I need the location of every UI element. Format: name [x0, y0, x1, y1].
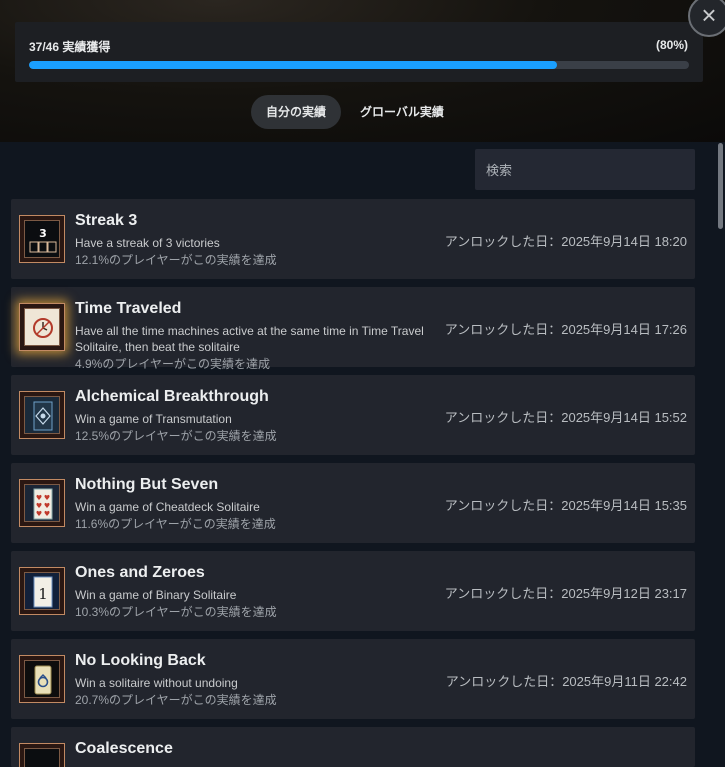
achievement-description: Have all the time machines active at the… [75, 324, 424, 354]
achievement-description: Win a game of Transmutation [75, 412, 232, 426]
achievement-unlock-date: アンロックした日：2025年9月12日 23:17 [444, 586, 687, 601]
achievement-title: Ones and Zeroes [75, 564, 205, 581]
search-input[interactable]: 検索 [475, 149, 695, 190]
achievement-global-percent: 20.7%のプレイヤーがこの実績を達成 [75, 693, 277, 707]
tab-global-achievements[interactable]: グローバル実績 [345, 95, 459, 129]
alchemy-card-icon [19, 391, 65, 439]
achievement-title: Alchemical Breakthrough [75, 388, 269, 405]
progress-count: 37/46 実績獲得 [29, 40, 111, 54]
svg-text:♥: ♥ [44, 510, 50, 518]
clock-card-icon [19, 303, 65, 351]
achievement-global-percent: 11.6%のプレイヤーがこの実績を達成 [75, 517, 276, 531]
achievement-global-percent: 10.3%のプレイヤーがこの実績を達成 [75, 605, 277, 619]
achievement-unlock-date: アンロックした日：2025年9月14日 15:35 [444, 498, 687, 513]
progress-panel: 37/46 実績獲得 (80%) [15, 22, 703, 82]
progress-bar [29, 61, 689, 69]
svg-text:♥: ♥ [36, 494, 42, 502]
achievement-global-percent: 12.5%のプレイヤーがこの実績を達成 [75, 429, 277, 443]
svg-text:♥: ♥ [44, 502, 50, 510]
achievement-title: Coalescence [75, 740, 173, 757]
binary-card-icon: 1 [19, 567, 65, 615]
achievement-title: Streak 3 [75, 212, 138, 229]
tab-bar: 自分の実績 グローバル実績 [251, 95, 459, 129]
scrollbar-thumb[interactable] [718, 143, 723, 229]
streak-icon: 3 [19, 215, 65, 263]
achievement-row[interactable]: Time Traveled Have all the time machines… [11, 287, 695, 371]
svg-text:1: 1 [38, 585, 48, 603]
progress-percent: (80%) [655, 38, 688, 52]
svg-text:♥: ♥ [36, 510, 42, 518]
tab-my-achievements[interactable]: 自分の実績 [251, 95, 342, 129]
progress-bar-fill [29, 61, 557, 69]
achievement-description: Have a streak of 3 victories [75, 236, 220, 250]
svg-text:♥: ♥ [36, 502, 42, 510]
svg-text:3: 3 [39, 227, 47, 240]
scrollbar-track[interactable] [716, 143, 723, 749]
achievement-unlock-date: アンロックした日：2025年9月14日 15:52 [444, 410, 687, 425]
achievement-description: Win a solitaire without undoing [75, 676, 238, 690]
card-icon [19, 743, 65, 767]
achievement-title: Nothing But Seven [75, 476, 219, 493]
achievement-row[interactable]: Alchemical Breakthrough Win a game of Tr… [11, 375, 695, 455]
achievement-unlock-date: アンロックした日：2025年9月11日 22:42 [445, 674, 687, 689]
achievement-global-percent: 12.1%のプレイヤーがこの実績を達成 [75, 253, 277, 267]
achievement-row[interactable]: 3 Streak 3 Have a streak of 3 victories … [11, 199, 695, 279]
achievement-title: Time Traveled [75, 300, 182, 317]
svg-text:♥: ♥ [44, 494, 50, 502]
achievement-row[interactable]: No Looking Back Win a solitaire without … [11, 639, 695, 719]
close-icon: × [701, 0, 717, 30]
header-background: 37/46 実績獲得 (80%) × 自分の実績 グローバル実績 [0, 0, 725, 142]
search-placeholder: 検索 [486, 163, 513, 178]
achievement-unlock-date: アンロックした日：2025年9月14日 18:20 [444, 234, 687, 249]
achievement-title: No Looking Back [75, 652, 206, 669]
achievement-description: Win a game of Binary Solitaire [75, 588, 237, 602]
achievement-unlock-date: アンロックした日：2025年9月14日 17:26 [444, 322, 687, 337]
hearts-card-icon: ♥ ♥ ♥ ♥ ♥ ♥ [19, 479, 65, 527]
achievement-row[interactable]: Coalescence [11, 727, 695, 767]
achievement-description: Win a game of Cheatdeck Solitaire [75, 500, 260, 514]
undo-card-icon [19, 655, 65, 703]
achievement-row[interactable]: ♥ ♥ ♥ ♥ ♥ ♥ Nothing But Seven Win a game… [11, 463, 695, 543]
achievement-row[interactable]: 1 Ones and Zeroes Win a game of Binary S… [11, 551, 695, 631]
achievement-global-percent: 4.9%のプレイヤーがこの実績を達成 [75, 357, 270, 371]
